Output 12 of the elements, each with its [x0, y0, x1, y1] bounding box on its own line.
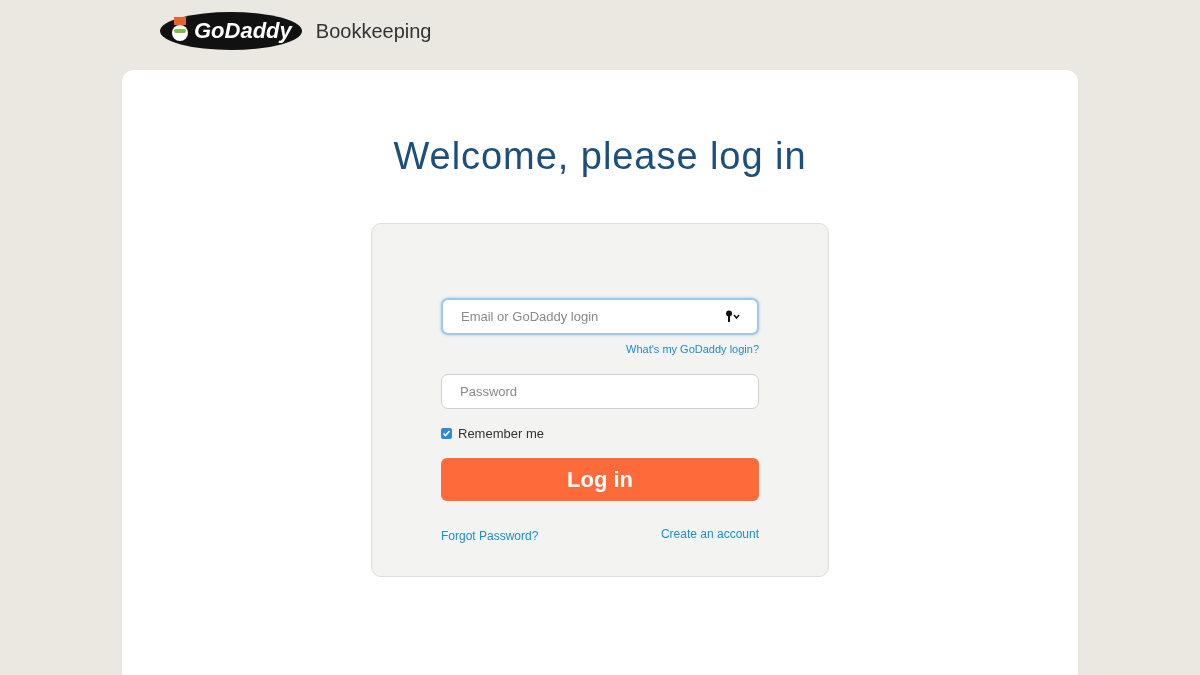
email-field[interactable]: Email or GoDaddy login — [441, 298, 759, 335]
checkbox-label: Remember me — [458, 424, 544, 443]
product-name: Bookkeeping — [315, 19, 432, 44]
checkbox[interactable] — [441, 427, 452, 439]
create-account-link[interactable]: Create an account — [660, 525, 759, 543]
key-icon — [725, 310, 741, 322]
login-help-link[interactable]: What's my GoDaddy login? — [626, 341, 759, 358]
login-button[interactable]: Log in — [441, 458, 759, 501]
forgot-password-link[interactable]: Forgot Password? — [441, 527, 539, 545]
password-field[interactable]: Password — [441, 373, 759, 409]
page-title: Welcome, please log in — [393, 134, 807, 179]
logo-text: GoDaddy — [194, 20, 292, 42]
